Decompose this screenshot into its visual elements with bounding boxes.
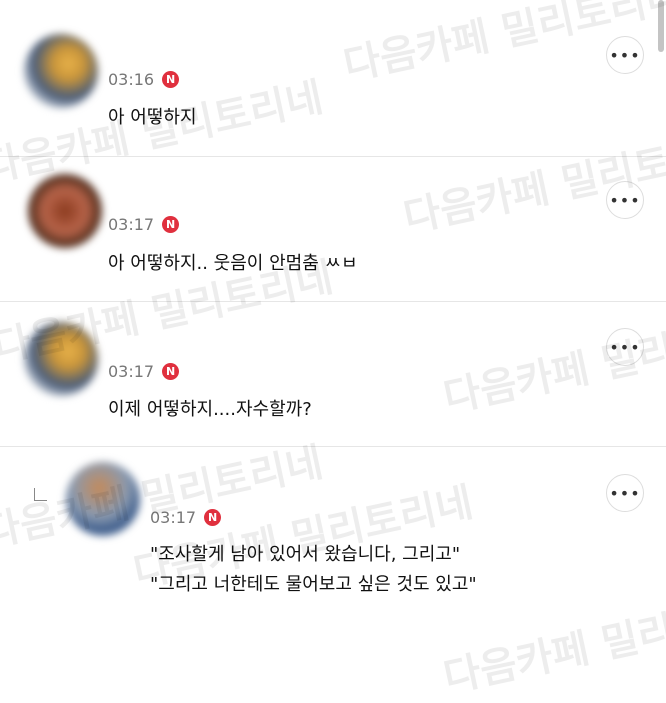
timestamp: 03:16	[108, 70, 155, 89]
new-badge-icon: N	[162, 71, 180, 88]
reply-arrow-icon	[34, 488, 47, 501]
comment-time: 03:17 N	[150, 508, 222, 527]
divider	[0, 156, 666, 157]
new-badge-icon: N	[162, 363, 180, 380]
comment-time: 03:17 N	[108, 215, 180, 234]
comment-time: 03:16 N	[108, 70, 180, 89]
more-options-button[interactable]: •••	[606, 474, 644, 512]
new-badge-icon: N	[204, 509, 222, 526]
avatar[interactable]	[28, 174, 102, 248]
divider	[0, 301, 666, 302]
watermark: 다음카페 밀리토리네	[399, 124, 666, 242]
avatar[interactable]	[24, 322, 98, 396]
new-badge-icon: N	[162, 216, 180, 233]
timestamp: 03:17	[108, 215, 155, 234]
timestamp: 03:17	[150, 508, 197, 527]
timestamp: 03:17	[108, 362, 155, 381]
comment-text: 아 어떻하지.. 웃음이 안멈춤 ㅆㅂ	[108, 253, 358, 274]
more-options-button[interactable]: •••	[606, 36, 644, 74]
comment-text: "조사할게 남아 있어서 왔습니다, 그리고"	[150, 544, 461, 565]
comment-text: 아 어떻하지	[108, 107, 197, 128]
avatar[interactable]	[24, 34, 98, 108]
divider	[0, 446, 666, 447]
avatar[interactable]	[66, 462, 140, 536]
comment-text: "그리고 너한테도 물어보고 싶은 것도 있고"	[150, 574, 477, 595]
scrollbar[interactable]	[658, 0, 664, 52]
comment-text: 이제 어떻하지....자수할까?	[108, 399, 312, 420]
comment-time: 03:17 N	[108, 362, 180, 381]
watermark: 다음카페 밀리토리네	[0, 439, 327, 557]
more-options-button[interactable]: •••	[606, 328, 644, 366]
more-options-button[interactable]: •••	[606, 181, 644, 219]
